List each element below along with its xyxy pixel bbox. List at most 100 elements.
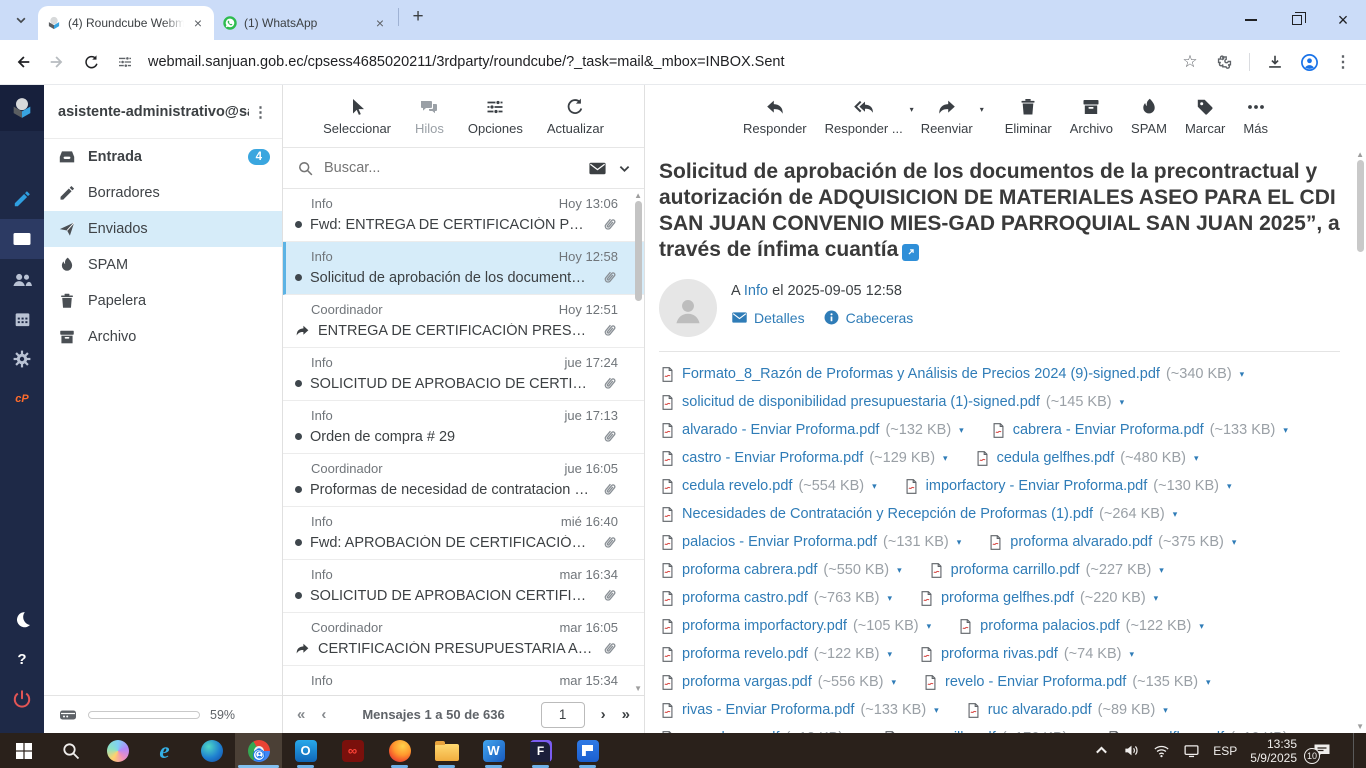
rail-calendar-button[interactable]	[0, 299, 44, 339]
dropdown-caret-icon[interactable]: ▾	[980, 105, 984, 114]
tab-close-icon[interactable]: ×	[190, 15, 206, 31]
message-row[interactable]: InfoHoy 13:06Fwd: ENTREGA DE CERTIFICACI…	[283, 189, 644, 242]
attachment-menu-caret-icon[interactable]: ▾	[887, 593, 892, 604]
taskbar-acrobat-button[interactable]: ∞	[329, 733, 376, 768]
list-scrollbar[interactable]: ▲ ▼	[632, 189, 644, 695]
attachment-menu-caret-icon[interactable]: ▾	[943, 453, 948, 464]
details-toggle[interactable]: Detalles	[731, 309, 805, 326]
taskbar-explorer-button[interactable]	[423, 733, 470, 768]
next-page-icon[interactable]: ›	[601, 706, 606, 723]
url-text[interactable]: webmail.sanjuan.gob.ec/cpsess4685020211/…	[148, 54, 1173, 70]
keyboard-language[interactable]: ESP	[1213, 744, 1237, 758]
attachment-menu-caret-icon[interactable]: ▾	[1173, 509, 1178, 520]
attachment-menu-caret-icon[interactable]: ▾	[897, 565, 902, 576]
attachment-menu-caret-icon[interactable]: ▾	[891, 677, 896, 688]
attachment[interactable]: cedula revelo.pdf(~554 KB)▾	[659, 477, 877, 496]
dark-mode-button[interactable]	[0, 599, 44, 639]
reader-reenviar-button[interactable]: ▾Reenviar	[921, 97, 973, 136]
profile-icon[interactable]	[1292, 45, 1326, 79]
reader-marcar-button[interactable]: Marcar	[1185, 97, 1225, 136]
attachment-menu-caret-icon[interactable]: ▾	[1159, 565, 1164, 576]
attachment-name[interactable]: rivas - Enviar Proforma.pdf	[682, 702, 854, 718]
attachment[interactable]: proforma rivas.pdf(~74 KB)▾	[918, 645, 1134, 664]
attachment-menu-caret-icon[interactable]: ▾	[957, 537, 962, 548]
cpanel-button[interactable]: cP	[0, 379, 44, 419]
attachment[interactable]: Formato_8_Razón de Proformas y Análisis …	[659, 365, 1244, 384]
attachment[interactable]: ruc cabrera.pdf(~12 KB)▾	[659, 729, 856, 733]
clock[interactable]: 13:35 5/9/2025	[1250, 737, 1297, 765]
attachment[interactable]: proforma alvarado.pdf(~375 KB)▾	[987, 533, 1236, 552]
help-button[interactable]: ?	[0, 639, 44, 679]
message-row[interactable]: Coordinadorjue 16:05Proformas de necesid…	[283, 454, 644, 507]
attachment-name[interactable]: proforma imporfactory.pdf	[682, 618, 847, 634]
attachment[interactable]: castro - Enviar Proforma.pdf(~129 KB)▾	[659, 449, 948, 468]
taskbar-ie-button[interactable]: e	[141, 733, 188, 768]
taskbar-chrome-button[interactable]	[235, 733, 282, 768]
attachment[interactable]: proforma cabrera.pdf(~550 KB)▾	[659, 561, 902, 580]
message-row[interactable]: Infojue 17:24SOLICITUD DE APROBACIO DE C…	[283, 348, 644, 401]
attachment[interactable]: proforma imporfactory.pdf(~105 KB)▾	[659, 617, 931, 636]
attachment-name[interactable]: ruc cabrera.pdf	[682, 730, 780, 733]
browser-menu-icon[interactable]: ⋮	[1326, 45, 1360, 79]
search-options-chevron-icon[interactable]	[617, 161, 632, 176]
attachment[interactable]: revelo - Enviar Proforma.pdf(~135 KB)▾	[922, 673, 1211, 692]
attachment-menu-caret-icon[interactable]: ▾	[1240, 369, 1245, 380]
folder-item-borradores[interactable]: Borradores	[44, 175, 282, 211]
tab-roundcube[interactable]: (4) Roundcube Webmail :: Envia ×	[38, 6, 214, 40]
new-tab-button[interactable]: +	[406, 6, 430, 28]
rail-settings-button[interactable]	[0, 339, 44, 379]
logout-button[interactable]	[0, 679, 44, 719]
attachment-name[interactable]: proforma rivas.pdf	[941, 646, 1058, 662]
attachment-name[interactable]: solicitud de disponibilidad presupuestar…	[682, 394, 1040, 410]
attachment[interactable]: imporfactory - Enviar Proforma.pdf(~130 …	[903, 477, 1232, 496]
taskbar-firefox-button[interactable]	[376, 733, 423, 768]
attachment[interactable]: proforma castro.pdf(~763 KB)▾	[659, 589, 892, 608]
attachment-name[interactable]: imporfactory - Enviar Proforma.pdf	[926, 478, 1148, 494]
attachment-menu-caret-icon[interactable]: ▾	[872, 481, 877, 492]
attachment[interactable]: ruc alvarado.pdf(~89 KB)▾	[965, 701, 1168, 720]
attachment-menu-caret-icon[interactable]: ▾	[1283, 425, 1288, 436]
attachment[interactable]: ruc gelfhes.pdf(~10 KB)▾	[1106, 729, 1300, 733]
attachment-name[interactable]: proforma palacios.pdf	[980, 618, 1119, 634]
folder-item-entrada[interactable]: Entrada4	[44, 139, 282, 175]
forward-icon[interactable]	[40, 45, 74, 79]
reader-eliminar-button[interactable]: Eliminar	[1005, 97, 1052, 136]
search-input[interactable]	[324, 160, 578, 176]
reload-icon[interactable]	[74, 45, 108, 79]
taskbar-start-button[interactable]	[0, 733, 47, 768]
attachment-name[interactable]: ruc alvarado.pdf	[988, 702, 1092, 718]
attachment-menu-caret-icon[interactable]: ▾	[934, 705, 939, 716]
attachment-menu-caret-icon[interactable]: ▾	[1206, 677, 1211, 688]
message-row[interactable]: Infojue 17:13Orden de compra # 29	[283, 401, 644, 454]
folder-item-papelera[interactable]: Papelera	[44, 283, 282, 319]
attachment[interactable]: proforma palacios.pdf(~122 KB)▾	[957, 617, 1204, 636]
list-actualizar-button[interactable]: Actualizar	[547, 97, 604, 136]
reader-spam-button[interactable]: SPAM	[1131, 97, 1167, 136]
attachment[interactable]: cabrera - Enviar Proforma.pdf(~133 KB)▾	[990, 421, 1288, 440]
folder-item-archivo[interactable]: Archivo	[44, 319, 282, 355]
compose-button[interactable]	[0, 179, 44, 219]
attachment-name[interactable]: ruc carrillo.pdf	[905, 730, 996, 733]
tab-search-button[interactable]	[8, 7, 34, 33]
taskbar-word-button[interactable]: W	[470, 733, 517, 768]
list-seleccionar-button[interactable]: Seleccionar	[323, 97, 391, 136]
attachment[interactable]: proforma revelo.pdf(~122 KB)▾	[659, 645, 892, 664]
taskbar-copilot-button[interactable]	[94, 733, 141, 768]
attachment-menu-caret-icon[interactable]: ▾	[1227, 481, 1232, 492]
reader-archivo-button[interactable]: Archivo	[1070, 97, 1113, 136]
message-row[interactable]: Infomar 16:34SOLICITUD DE APROBACION CER…	[283, 560, 644, 613]
window-close-button[interactable]: ×	[1320, 0, 1366, 40]
last-page-icon[interactable]: »	[622, 706, 630, 723]
message-row[interactable]: Coordinadormar 16:05CERTIFICACIÓN PRESUP…	[283, 613, 644, 666]
attachment-name[interactable]: proforma cabrera.pdf	[682, 562, 817, 578]
rail-contacts-button[interactable]	[0, 259, 44, 299]
dropdown-caret-icon[interactable]: ▾	[910, 105, 914, 114]
attachment[interactable]: solicitud de disponibilidad presupuestar…	[659, 393, 1124, 412]
attachment-name[interactable]: cabrera - Enviar Proforma.pdf	[1013, 422, 1204, 438]
attachment-menu-caret-icon[interactable]: ▾	[1120, 397, 1125, 408]
attachment-menu-caret-icon[interactable]: ▾	[1154, 593, 1159, 604]
attachment-menu-caret-icon[interactable]: ▾	[1163, 705, 1168, 716]
attachment-menu-caret-icon[interactable]: ▾	[887, 649, 892, 660]
prev-page-icon[interactable]: ‹	[321, 706, 326, 723]
first-page-icon[interactable]: «	[297, 706, 305, 723]
